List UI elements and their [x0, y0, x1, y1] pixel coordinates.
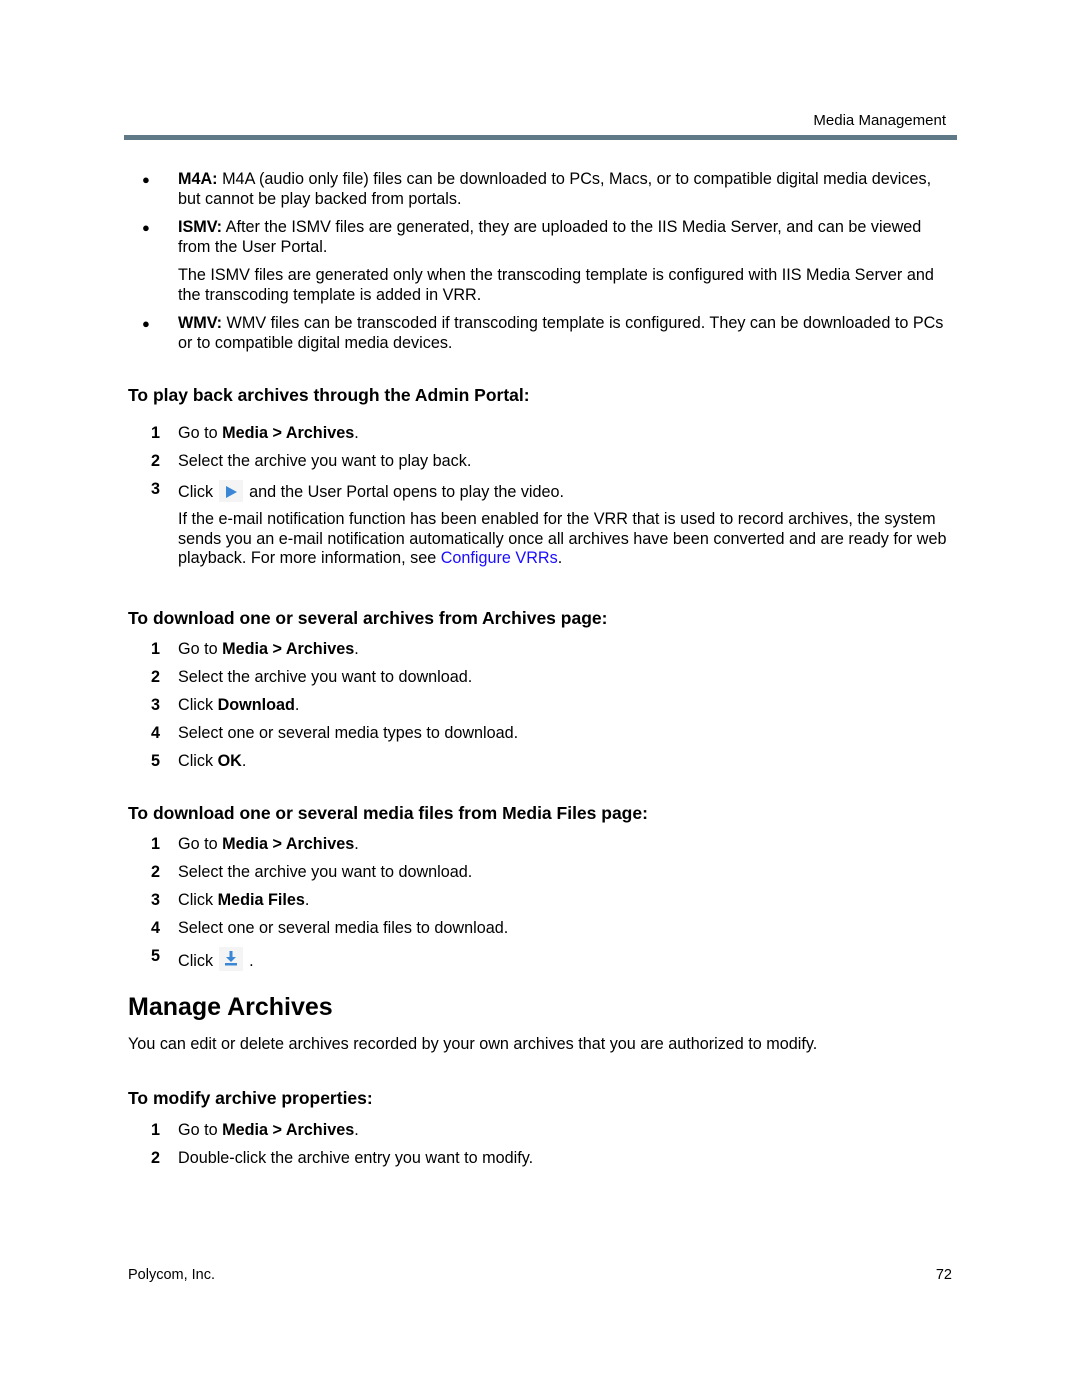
step-text: Click [178, 752, 218, 771]
bullet-subtext: The ISMV files are generated only when t… [178, 266, 934, 304]
download-archives-steps: 1 Go to Media > Archives. 2 Select the arc… [128, 640, 958, 772]
step-text-end: and the User Portal opens to play the vi… [249, 483, 565, 502]
step-text: Select the archive you want to download. [178, 667, 473, 686]
step-bold: Media Files [217, 890, 305, 909]
bullet-icon: ● [142, 316, 150, 331]
format-bullet-list: ● M4A: M4A (audio only file) files can be… [128, 170, 958, 353]
bullet-icon: ● [142, 172, 150, 187]
configure-vrrs-link[interactable]: Configure VRRs [441, 549, 558, 567]
playback-steps: 1 Go to Media > Archives. 2 Select the arc… [128, 424, 958, 503]
step-number: 2 [151, 667, 161, 686]
section-title: Manage Archives [128, 992, 333, 1021]
bullet-text: M4A (audio only file) files can be downl… [178, 170, 932, 208]
step-item: 2 Select the archive you want to download… [128, 668, 958, 688]
step-number: 1 [151, 1121, 161, 1140]
bullet-text: WMV files can be transcoded if transcodi… [178, 314, 944, 352]
step-number: 4 [151, 918, 161, 937]
playback-note: If the e-mail notification function has … [128, 510, 958, 569]
bullet-item-wmv: ● WMV: WMV files can be transcoded if tra… [128, 314, 958, 353]
step-number: 3 [151, 480, 161, 499]
step-item: 2 Select the archive you want to download… [128, 863, 958, 883]
running-header-title: Media Management [813, 112, 946, 129]
footer-page-number: 72 [935, 1267, 952, 1283]
bullet-term: M4A: [178, 170, 218, 188]
bullet-term: ISMV: [178, 218, 223, 236]
procedure-heading-download-archives: To download one or several archives from… [128, 607, 608, 628]
download-media-files-steps: 1 Go to Media > Archives. 2 Select the arc… [128, 835, 958, 972]
step-text-end: . [241, 752, 247, 771]
step-number: 1 [151, 424, 161, 442]
step-text: Select one or several media types to dow… [178, 724, 519, 743]
step-number: 3 [151, 890, 161, 909]
step-text: Go to [178, 834, 223, 853]
step-item: 2 Double-click the archive entry you want… [128, 1149, 958, 1169]
step-item: 5 Click OK. [128, 752, 958, 772]
step-item: 4 Select one or several media files to do… [128, 919, 958, 939]
bullet-text: After the ISMV files are generated, they… [178, 218, 922, 256]
step-text-end: . [354, 1121, 359, 1140]
step-text: Go to [178, 639, 223, 658]
step-number: 2 [151, 1149, 161, 1168]
step-text-end: . [354, 834, 359, 853]
step-item: 1 Go to Media > Archives. [128, 424, 958, 444]
step-text-end: . [249, 952, 254, 971]
step-text: Select the archive you want to play back… [178, 452, 472, 471]
step-item: 2 Select the archive you want to play bac… [128, 452, 958, 472]
step-number: 1 [151, 834, 161, 853]
procedure-heading-download-media-files: To download one or several media files f… [128, 802, 648, 823]
step-item: 5 Click. [128, 947, 958, 972]
play-icon [226, 486, 238, 499]
download-icon [225, 951, 238, 966]
document-page: Media Management ● M4A: M4A (audio only f… [0, 0, 1080, 1397]
step-number: 1 [151, 639, 161, 658]
step-text-end: . [304, 890, 310, 909]
bullet-icon: ● [142, 220, 150, 235]
page-content: ● M4A: M4A (audio only file) files can be… [128, 170, 958, 1177]
step-text: Select one or several media files to dow… [178, 918, 509, 937]
step-item: 3 Click and the User Portal opens to play … [128, 480, 958, 503]
step-text: Double-click the archive entry you want … [178, 1149, 534, 1168]
step-number: 3 [151, 695, 161, 714]
bullet-item-ismv: ● ISMV: After the ISMV files are generate… [128, 218, 958, 305]
step-number: 5 [151, 752, 161, 771]
step-text: Select the archive you want to download. [178, 862, 473, 881]
step-number: 5 [151, 947, 161, 966]
bullet-item-m4a: ● M4A: M4A (audio only file) files can be… [128, 170, 958, 209]
step-item: 3 Click Download. [128, 696, 958, 716]
note-text-end: . [557, 549, 563, 568]
step-text: Click [178, 695, 218, 714]
step-bold: Media > Archives [222, 834, 355, 853]
procedure-heading-playback: To play back archives through the Admin … [128, 385, 530, 405]
step-text-end: . [354, 639, 359, 658]
step-text: Click [178, 483, 214, 502]
note-text: If the e-mail notification function has … [178, 510, 947, 568]
step-text: Click [178, 952, 214, 971]
step-item: 4 Select one or several media types to do… [128, 724, 958, 744]
step-item: 1 Go to Media > Archives. [128, 835, 958, 855]
step-bold: Download [217, 695, 295, 714]
step-number: 4 [151, 724, 161, 743]
step-text-end: . [294, 695, 300, 714]
step-bold: Media > Archives [222, 424, 355, 442]
step-number: 2 [151, 862, 161, 881]
step-item: 3 Click Media Files. [128, 891, 958, 911]
play-button-icon [219, 480, 244, 503]
modify-steps: 1 Go to Media > Archives. 2 Double-click t… [128, 1121, 958, 1169]
step-item: 1 Go to Media > Archives. [128, 640, 958, 660]
header-rule [124, 135, 957, 140]
section-intro: You can edit or delete archives recorded… [128, 1034, 818, 1053]
bullet-term: WMV: [178, 314, 223, 332]
footer-company: Polycom, Inc. [128, 1267, 216, 1283]
download-button-icon [219, 947, 244, 972]
step-bold: OK [217, 752, 242, 771]
step-text-end: . [354, 424, 359, 442]
step-item: 1 Go to Media > Archives. [128, 1121, 958, 1141]
procedure-heading-modify: To modify archive properties: [128, 1088, 373, 1109]
step-number: 2 [151, 452, 161, 471]
step-bold: Media > Archives [222, 639, 355, 658]
step-text: Click [178, 890, 218, 909]
step-bold: Media > Archives [222, 1121, 355, 1140]
step-text: Go to [178, 424, 223, 442]
step-text: Go to [178, 1121, 223, 1140]
